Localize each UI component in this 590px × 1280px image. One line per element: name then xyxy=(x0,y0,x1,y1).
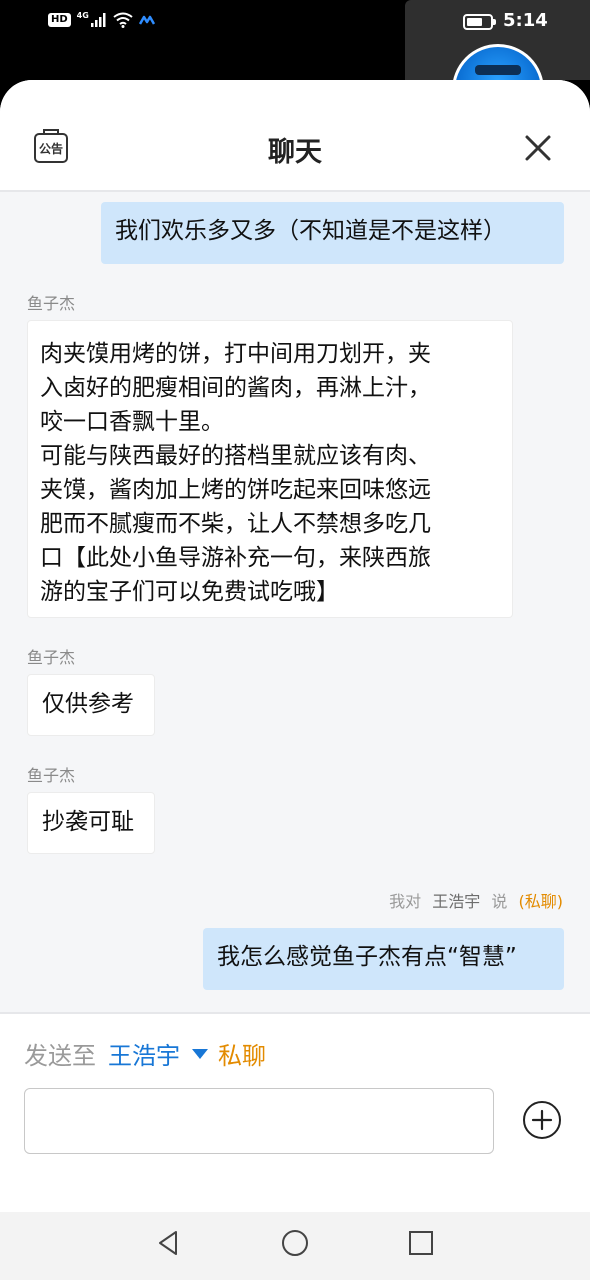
battery-level xyxy=(467,18,482,26)
message-line: 肥而不腻瘦而不柴，让人不禁想多吃几 xyxy=(40,511,431,537)
signal-icon xyxy=(90,13,106,27)
message-line: 咬一口香飘十里。 xyxy=(40,409,224,435)
message-line: 游的宝子们可以免费试吃哦】 xyxy=(40,579,339,605)
message-input[interactable] xyxy=(24,1088,494,1154)
home-icon[interactable] xyxy=(280,1228,310,1258)
message-line: 夹馍，酱肉加上烤的饼吃起来回味悠远 xyxy=(40,477,431,503)
message-text: 仅供参考 xyxy=(42,691,134,717)
composer: 发送至 王浩宇 私聊 xyxy=(0,1012,590,1212)
message-sender: 鱼子杰 xyxy=(27,294,76,313)
message-bubble-other[interactable]: 肉夹馍用烤的饼，打中间用刀划开，夹 入卤好的肥瘦相间的酱肉，再淋上汁， 咬一口香… xyxy=(27,320,513,618)
chat-header: 公告 聊天 xyxy=(0,80,590,192)
status-bar: HD 4G 5:14 xyxy=(0,0,590,136)
message-text: 抄袭可耻 xyxy=(42,809,134,835)
clock: 5:14 xyxy=(503,10,548,31)
message-text: 我怎么感觉鱼子杰有点“智慧” xyxy=(217,944,517,970)
navigation-bar xyxy=(0,1212,590,1280)
message-text: 我们欢乐多又多（不知道是不是这样） xyxy=(115,218,506,244)
private-chat-label: 我对 王浩宇 说 (私聊) xyxy=(389,888,563,912)
message-sender: 鱼子杰 xyxy=(27,766,76,785)
back-icon[interactable] xyxy=(154,1228,184,1258)
app-notification-icon xyxy=(138,15,155,25)
message-line: 口【此处小鱼导游补充一句，来陕西旅 xyxy=(40,545,431,571)
private-mode-label: 私聊 xyxy=(218,1042,266,1070)
send-target-row: 发送至 王浩宇 私聊 xyxy=(24,1036,266,1071)
hd-badge: HD xyxy=(48,13,71,27)
close-icon[interactable] xyxy=(520,130,556,166)
message-bubble-other[interactable]: 抄袭可耻 xyxy=(27,792,155,854)
page-title: 聊天 xyxy=(268,137,322,168)
recipient-selector[interactable]: 王浩宇 xyxy=(108,1036,180,1071)
message-list[interactable]: 我们欢乐多又多（不知道是不是这样） 鱼子杰 肉夹馍用烤的饼，打中间用刀划开，夹 … xyxy=(0,194,590,1012)
battery-icon xyxy=(463,14,496,30)
plus-icon[interactable] xyxy=(522,1100,562,1140)
message-bubble-other[interactable]: 仅供参考 xyxy=(27,674,155,736)
network-type: 4G xyxy=(76,10,89,20)
recents-icon[interactable] xyxy=(406,1228,436,1258)
message-line: 入卤好的肥瘦相间的酱肉，再淋上汁， xyxy=(40,375,431,401)
chat-sheet: 公告 聊天 我们欢乐多又多（不知道是不是这样） 鱼子杰 肉夹馍用烤的饼，打中间用… xyxy=(0,80,590,1280)
message-bubble-self[interactable]: 我怎么感觉鱼子杰有点“智慧” xyxy=(203,928,564,990)
dropdown-caret-icon[interactable] xyxy=(192,1048,208,1059)
private-tag: (私聊) xyxy=(518,892,564,911)
private-prefix: 我对 xyxy=(389,892,422,911)
wifi-icon xyxy=(113,12,133,28)
message-bubble-self[interactable]: 我们欢乐多又多（不知道是不是这样） xyxy=(101,202,564,264)
private-target[interactable]: 王浩宇 xyxy=(432,892,480,911)
send-to-label: 发送至 xyxy=(24,1042,96,1070)
status-icons: HD 4G xyxy=(48,10,155,28)
message-line: 可能与陕西最好的搭档里就应该有肉、 xyxy=(40,443,431,469)
message-sender: 鱼子杰 xyxy=(27,648,76,667)
message-line: 肉夹馍用烤的饼，打中间用刀划开，夹 xyxy=(40,341,431,367)
private-say: 说 xyxy=(491,892,508,911)
